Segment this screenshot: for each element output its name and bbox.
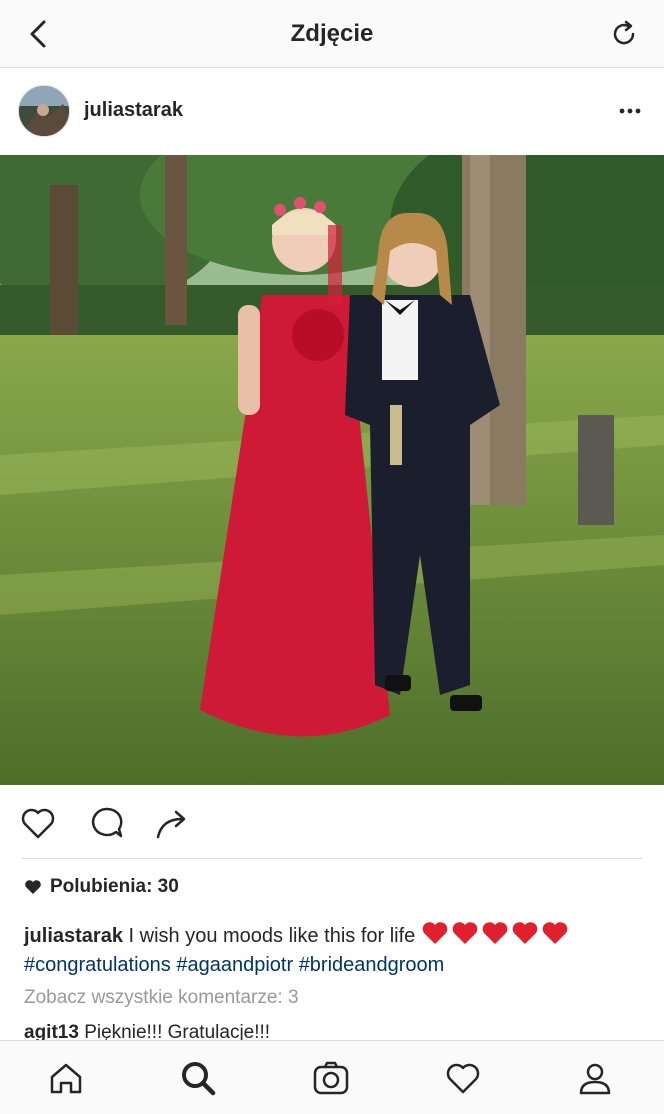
page-title: Zdjęcie bbox=[290, 20, 374, 47]
search-icon[interactable] bbox=[177, 1057, 219, 1099]
more-horizontal-icon[interactable] bbox=[614, 95, 646, 127]
heart-filled-icon bbox=[25, 880, 41, 894]
profile-icon[interactable] bbox=[574, 1057, 616, 1099]
share-arrow-icon[interactable] bbox=[152, 803, 192, 843]
post-header: juliastarak bbox=[0, 69, 664, 155]
red-heart-emoji-icon bbox=[512, 922, 538, 944]
caption-text: I wish you moods like this for life bbox=[122, 925, 416, 947]
navigation-bar: Zdjęcie bbox=[0, 0, 664, 68]
hashtag[interactable]: #brideandgroom bbox=[299, 954, 445, 976]
likes-label: Polubienia: 30 bbox=[50, 876, 179, 897]
view-all-comments-link[interactable]: Zobacz wszystkie komentarze: 3 bbox=[24, 987, 299, 1009]
avatar[interactable] bbox=[18, 85, 70, 137]
red-heart-emoji-icon bbox=[422, 922, 448, 944]
caption-username[interactable]: juliastarak bbox=[24, 925, 123, 947]
heart-emojis bbox=[421, 920, 569, 946]
red-heart-emoji-icon bbox=[482, 922, 508, 944]
post-photo[interactable] bbox=[0, 155, 664, 785]
home-icon[interactable] bbox=[45, 1057, 87, 1099]
like-heart-icon[interactable] bbox=[18, 803, 58, 843]
post-actions bbox=[0, 785, 664, 861]
comment-bubble-icon[interactable] bbox=[86, 803, 126, 843]
hashtag[interactable]: #agaandpiotr bbox=[176, 954, 293, 976]
refresh-icon[interactable] bbox=[606, 16, 642, 52]
heart-icon[interactable] bbox=[442, 1057, 484, 1099]
divider bbox=[22, 858, 642, 859]
likes-count[interactable]: Polubienia: 30 bbox=[24, 876, 179, 898]
bottom-tab-bar bbox=[0, 1040, 664, 1114]
hashtag[interactable]: #congratulations bbox=[24, 954, 171, 976]
red-heart-emoji-icon bbox=[542, 922, 568, 944]
red-heart-emoji-icon bbox=[452, 922, 478, 944]
post-caption: juliastarak I wish you moods like this f… bbox=[24, 920, 644, 980]
post-username[interactable]: juliastarak bbox=[84, 99, 183, 122]
camera-icon[interactable] bbox=[310, 1057, 352, 1099]
